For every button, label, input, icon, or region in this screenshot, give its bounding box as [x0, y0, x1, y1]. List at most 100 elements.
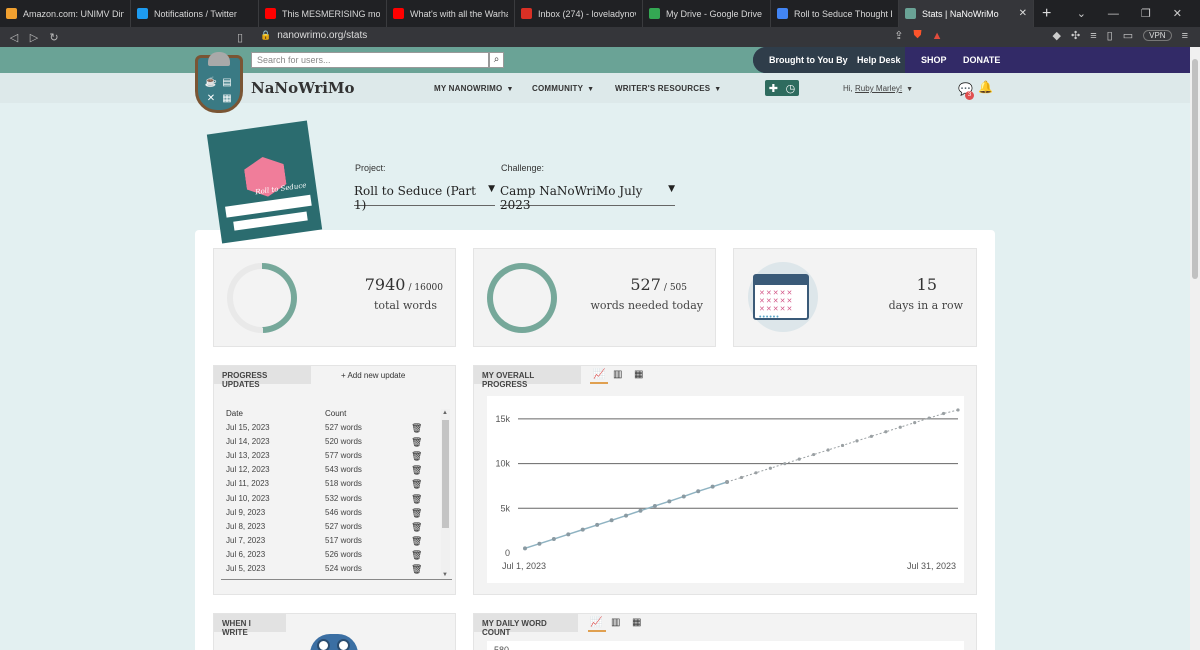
project-select[interactable]: Roll to Seduce (Part 1) ▼ [354, 182, 495, 212]
scroll-down-icon[interactable]: ▼ [442, 572, 448, 578]
browser-tab[interactable]: Notifications / Twitter [131, 0, 259, 27]
search-icon[interactable]: ⌕ [489, 52, 504, 68]
table-icon[interactable]: ▦ [632, 617, 641, 628]
sidebar-icon[interactable]: ▯ [1107, 29, 1113, 42]
media-icon[interactable]: ≡ [1090, 30, 1096, 42]
data-point [869, 434, 873, 438]
challenge-select[interactable]: Camp NaNoWriMo July 2023 ▼ [500, 182, 675, 212]
main-nav [0, 73, 1190, 103]
update-date: Jul 11, 2023 [226, 479, 269, 489]
update-count: 520 words [325, 437, 362, 447]
close-window-icon[interactable]: ✕ [1173, 7, 1182, 20]
share-icon[interactable]: ⇪ [894, 29, 903, 42]
tab-favicon-icon [137, 8, 148, 19]
table-icon[interactable]: ▦ [634, 369, 643, 380]
updates-scroll-thumb[interactable] [442, 420, 449, 528]
help-desk-link[interactable]: Help Desk [857, 55, 901, 65]
trash-icon[interactable]: 🗑 [411, 508, 422, 519]
bar-chart-icon[interactable]: ▥ [613, 369, 622, 380]
update-date: Jul 8, 2023 [226, 521, 266, 531]
nav-community[interactable]: COMMUNITY ▼ [532, 84, 594, 93]
browser-tab[interactable]: Roll to Seduce Thought Dump [771, 0, 899, 27]
search-input[interactable]: Search for users... [251, 52, 489, 68]
line-chart-icon[interactable]: 📈 [593, 369, 605, 380]
table-row: Jul 7, 2023 517 words 🗑 [226, 536, 426, 550]
site-logo[interactable]: NaNoWriMo [251, 79, 355, 97]
bookmark-icon[interactable]: ▯ [230, 31, 250, 44]
brave-rewards-icon[interactable]: ▲ [932, 30, 943, 42]
trash-icon[interactable]: 🗑 [411, 479, 422, 490]
vpn-button[interactable]: VPN [1143, 30, 1172, 41]
brave-shield-icon[interactable]: ⛊ [913, 29, 921, 42]
shop-link[interactable]: SHOP [921, 55, 947, 65]
data-point [754, 471, 758, 475]
extensions-area: ⇪ ⛊ ▲ ◆ ✣ ≡ ▯ ▭ VPN ≡ [894, 29, 1188, 42]
data-point [725, 480, 729, 484]
brought-to-you-link[interactable]: Brought to You By [769, 55, 848, 65]
page-scroll-thumb[interactable] [1192, 59, 1198, 279]
trash-icon[interactable]: 🗑 [411, 465, 422, 476]
data-point [941, 411, 946, 416]
trash-icon[interactable]: 🗑 [411, 536, 422, 547]
trash-icon[interactable]: 🗑 [411, 564, 422, 575]
url-field[interactable]: 🔒 nanowrimo.org/stats [260, 30, 367, 41]
data-point [927, 416, 931, 420]
logo-shield-icon[interactable]: ☕ ▤ ✕ ▦ [195, 52, 243, 113]
table-row: Jul 5, 2023 524 words 🗑 [226, 564, 426, 578]
extension-icon[interactable]: ◆ [1053, 29, 1061, 42]
trash-icon[interactable]: 🗑 [411, 423, 422, 434]
donate-link[interactable]: DONATE [963, 55, 1000, 65]
data-point [681, 494, 686, 499]
date-column-header: Date [226, 409, 243, 418]
new-tab-icon[interactable]: + [1042, 5, 1051, 23]
data-point [667, 499, 672, 504]
browser-tab-active[interactable]: Stats | NaNoWriMo ✕ [899, 0, 1034, 27]
trash-icon[interactable]: 🗑 [411, 522, 422, 533]
back-icon[interactable]: ◁ [4, 31, 24, 44]
data-point [551, 537, 556, 542]
viking-helmet-icon [208, 52, 230, 66]
nav-writers-resources[interactable]: WRITER'S RESOURCES ▼ [615, 84, 721, 93]
data-point [768, 466, 772, 470]
data-point [826, 448, 830, 452]
close-tab-icon[interactable]: ✕ [1019, 8, 1027, 19]
reload-icon[interactable]: ↻ [44, 31, 64, 44]
browser-tab[interactable]: What's with all the Warhammer [387, 0, 515, 27]
trash-icon[interactable]: 🗑 [411, 451, 422, 462]
trash-icon[interactable]: 🗑 [411, 550, 422, 561]
bell-icon[interactable]: 🔔 [978, 80, 993, 94]
bar-chart-icon[interactable]: ▥ [611, 617, 620, 628]
update-date: Jul 6, 2023 [226, 549, 266, 559]
add-update-link[interactable]: + Add new update [341, 371, 405, 380]
minimize-icon[interactable]: — [1108, 8, 1119, 20]
puzzle-icon[interactable]: ✣ [1071, 29, 1080, 42]
maximize-icon[interactable]: ❐ [1141, 7, 1151, 20]
page-scrollbar[interactable] [1190, 47, 1200, 650]
browser-tab[interactable]: Amazon.com: UNIMV Dino Chic [0, 0, 131, 27]
browser-tab[interactable]: This MESMERISING movie made [259, 0, 387, 27]
browser-tab[interactable]: Inbox (274) - loveladynovels@g [515, 0, 643, 27]
chevron-down-icon[interactable]: ⌄ [1077, 7, 1086, 20]
trash-icon[interactable]: 🗑 [411, 494, 422, 505]
browser-tab[interactable]: My Drive - Google Drive [643, 0, 771, 27]
quick-actions-button[interactable]: ✚ ◷ [765, 80, 799, 96]
overall-progress-title: MY OVERALL PROGRESS [474, 366, 581, 389]
wallet-icon[interactable]: ▭ [1123, 29, 1133, 42]
caret-down-icon: ▼ [714, 86, 722, 93]
data-point [523, 546, 527, 551]
when-i-write-title: WHEN I WRITE [214, 614, 286, 637]
update-count: 518 words [325, 479, 362, 489]
line-chart-icon[interactable]: 📈 [590, 617, 602, 628]
browser-tab-bar: Amazon.com: UNIMV Dino Chic Notification… [0, 0, 1200, 27]
plus-icon: ✚ [768, 82, 778, 95]
data-point [638, 508, 643, 513]
menu-icon[interactable]: ≡ [1182, 30, 1188, 42]
scroll-up-icon[interactable]: ▲ [442, 410, 448, 416]
nav-my-nanowrimo[interactable]: MY NANOWRIMO ▼ [434, 84, 514, 93]
total-words-label: total words [373, 299, 437, 312]
trash-icon[interactable]: 🗑 [411, 437, 422, 448]
forward-icon[interactable]: ▷ [24, 31, 44, 44]
user-greeting[interactable]: Hi, Ruby Marley! ▼ [843, 84, 913, 93]
data-point [812, 452, 816, 457]
data-point [956, 408, 960, 412]
